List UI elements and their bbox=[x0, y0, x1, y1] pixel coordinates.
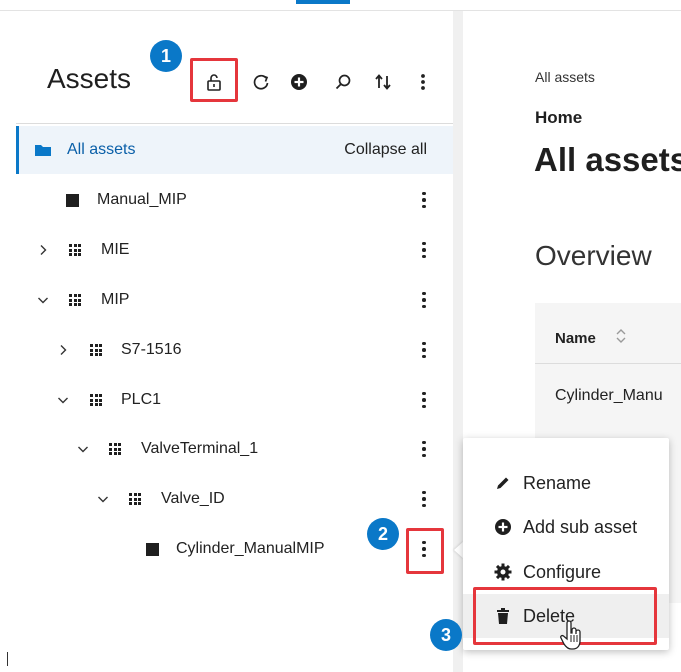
overview-heading: Overview bbox=[535, 240, 652, 271]
tree-item-label: Valve_ID bbox=[161, 490, 225, 507]
menu-item-label: Configure bbox=[523, 562, 602, 582]
sort-toggle-icon[interactable] bbox=[615, 327, 627, 348]
breadcrumb-all-assets[interactable]: All assets bbox=[535, 69, 595, 85]
asset-grid-icon bbox=[69, 244, 82, 257]
assets-panel: Assets All assets Collapse all Manual_MI… bbox=[16, 11, 453, 672]
menu-item-rename[interactable]: Rename bbox=[463, 461, 669, 505]
breadcrumb-home[interactable]: Home bbox=[535, 108, 582, 128]
highlight-kebab bbox=[406, 528, 444, 574]
step-badge-3: 3 bbox=[430, 619, 462, 651]
tree-item-label: Cylinder_ManualMIP bbox=[176, 540, 325, 557]
more-vertical-icon[interactable] bbox=[416, 238, 432, 262]
search-icon[interactable] bbox=[330, 69, 356, 95]
tree-item-manual-mip[interactable]: Manual_MIP bbox=[16, 176, 453, 224]
asset-square-icon bbox=[146, 543, 159, 556]
step-badge-2: 2 bbox=[367, 518, 399, 550]
more-vertical-icon[interactable] bbox=[416, 437, 432, 461]
chevron-down-icon[interactable] bbox=[76, 440, 90, 458]
page-title: All assets bbox=[534, 141, 681, 178]
chevron-down-icon[interactable] bbox=[56, 391, 70, 409]
asset-grid-icon bbox=[90, 344, 103, 357]
more-vertical-icon[interactable] bbox=[410, 69, 436, 95]
header-divider bbox=[16, 123, 453, 124]
folder-icon bbox=[34, 142, 52, 158]
active-tab-indicator bbox=[296, 0, 350, 4]
tree-item-label: MIE bbox=[101, 241, 130, 258]
tree-item-label: ValveTerminal_1 bbox=[141, 440, 259, 457]
table-cell-name[interactable]: Cylinder_Manu bbox=[555, 387, 663, 405]
pencil-icon bbox=[493, 473, 513, 493]
refresh-icon[interactable] bbox=[248, 69, 274, 95]
gear-icon bbox=[493, 562, 513, 582]
more-vertical-icon[interactable] bbox=[416, 188, 432, 212]
collapse-all-button[interactable]: Collapse all bbox=[344, 139, 427, 161]
menu-item-add-sub-asset[interactable]: Add sub asset bbox=[463, 505, 669, 549]
tree-item-valve-id[interactable]: Valve_ID bbox=[16, 475, 453, 523]
text-cursor-mark bbox=[7, 652, 8, 666]
highlight-unlock bbox=[190, 58, 238, 102]
asset-grid-icon bbox=[90, 394, 103, 407]
more-vertical-icon[interactable] bbox=[416, 487, 432, 511]
more-vertical-icon[interactable] bbox=[416, 338, 432, 362]
panel-separator bbox=[453, 11, 463, 672]
table-header-divider bbox=[535, 363, 681, 364]
tree-item-label: S7-1516 bbox=[121, 341, 182, 358]
asset-grid-icon bbox=[69, 294, 82, 307]
tree-root-label: All assets bbox=[67, 141, 136, 158]
chevron-right-icon[interactable] bbox=[56, 341, 70, 359]
more-vertical-icon[interactable] bbox=[416, 288, 432, 312]
tree-item-s7-1516[interactable]: S7-1516 bbox=[16, 326, 453, 374]
sort-icon[interactable] bbox=[370, 69, 396, 95]
tree-item-mip[interactable]: MIP bbox=[16, 276, 453, 324]
tree-item-mie[interactable]: MIE bbox=[16, 226, 453, 274]
menu-item-label: Rename bbox=[523, 473, 592, 493]
chevron-down-icon[interactable] bbox=[36, 291, 50, 309]
tree-item-valveterminal-1[interactable]: ValveTerminal_1 bbox=[16, 425, 453, 473]
add-circle-icon[interactable] bbox=[286, 69, 312, 95]
selection-indicator bbox=[16, 126, 19, 174]
tree-item-plc1[interactable]: PLC1 bbox=[16, 376, 453, 424]
asset-grid-icon bbox=[109, 443, 122, 456]
tree-item-label: PLC1 bbox=[121, 391, 162, 408]
tree-root-all-assets[interactable]: All assets Collapse all bbox=[16, 126, 453, 174]
hand-pointer-icon bbox=[560, 620, 584, 652]
asset-square-icon bbox=[66, 194, 79, 207]
chevron-down-icon[interactable] bbox=[96, 490, 110, 508]
chevron-right-icon[interactable] bbox=[36, 241, 50, 259]
more-vertical-icon[interactable] bbox=[416, 388, 432, 412]
column-header-name[interactable]: Name bbox=[555, 330, 596, 347]
tree-item-label: MIP bbox=[101, 291, 130, 308]
asset-grid-icon bbox=[129, 493, 142, 506]
panel-title: Assets bbox=[47, 63, 132, 94]
add-circle-icon bbox=[493, 517, 513, 537]
tree-item-label: Manual_MIP bbox=[97, 191, 187, 208]
menu-item-label: Add sub asset bbox=[523, 517, 638, 537]
step-badge-1: 1 bbox=[150, 40, 182, 72]
